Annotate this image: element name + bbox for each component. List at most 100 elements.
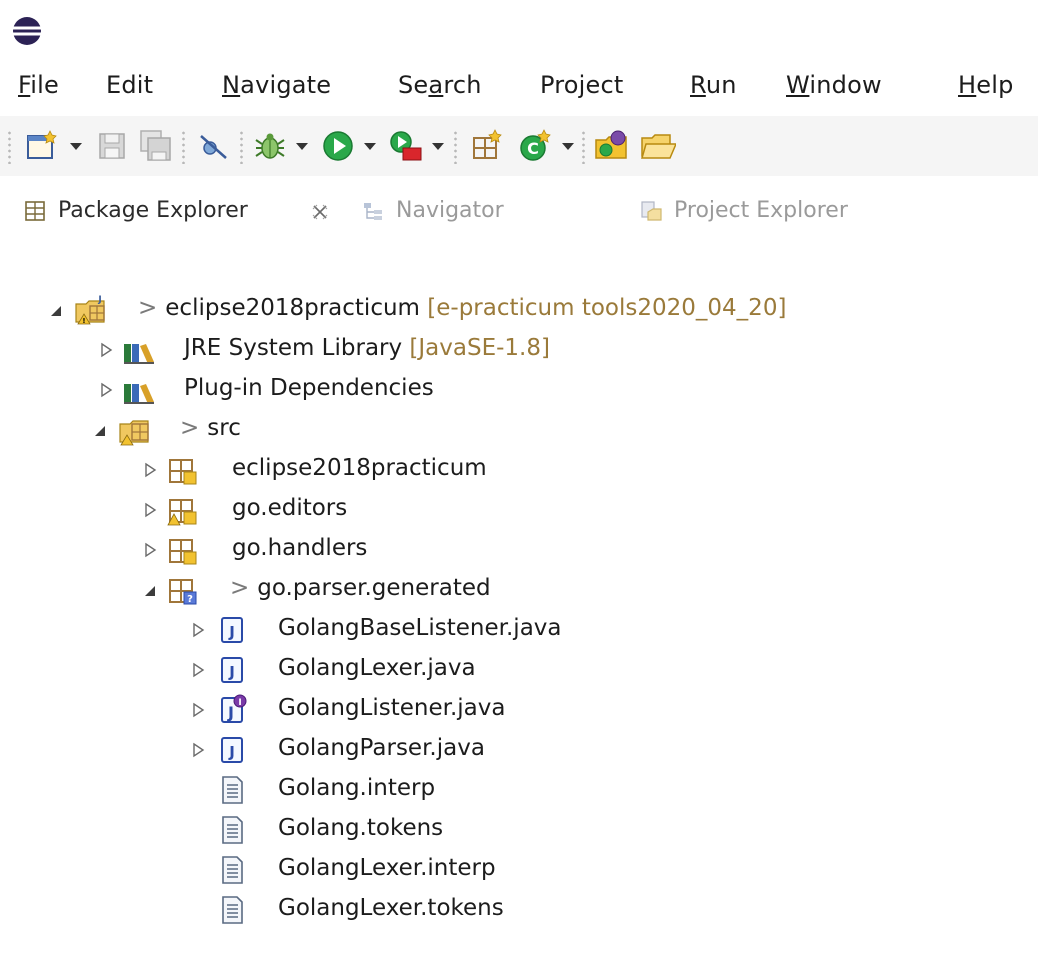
expanded-twisty-icon[interactable] [90,420,110,440]
save-icon [99,133,125,159]
collapsed-twisty-icon[interactable] [140,500,160,520]
toolbar-separator [454,130,457,164]
tree-item-java-file[interactable]: J I GolangListener.java [0,690,1038,730]
project-decoration: [e-practicum tools2020_04_20] [427,295,787,321]
dirty-marker: > [138,295,158,321]
menu-run[interactable]: Run [690,71,737,99]
new-java-package-icon[interactable] [468,128,504,164]
text-file-icon [222,816,243,844]
tree-item-text-file[interactable]: GolangLexer.interp [0,850,1038,890]
tree-item-plugin-dependencies[interactable]: Plug-in Dependencies [0,370,1038,410]
menu-run-post: un [705,71,737,99]
external-tools-icon[interactable] [388,128,424,164]
collapsed-twisty-icon[interactable] [96,380,116,400]
file-label: GolangLexer.tokens [278,895,504,921]
collapsed-twisty-icon[interactable] [140,460,160,480]
new-wizard-icon[interactable] [24,128,60,164]
source-folder-icon [119,420,149,446]
menu-project[interactable]: Project [540,71,624,99]
svg-text:I: I [238,698,241,708]
menu-search-mnemonic: a [428,71,444,99]
java-project-icon: ! J [75,295,105,325]
expanded-twisty-icon[interactable] [140,580,160,600]
tree-item-project[interactable]: ! J > eclipse2018practicum [e-practicum t… [0,290,1038,330]
run-dropdown-icon[interactable] [362,138,378,154]
debug-icon[interactable] [252,128,288,164]
package-warning-icon [167,499,197,526]
collapsed-twisty-icon[interactable] [188,660,208,680]
menu-navigate[interactable]: Navigate [222,71,331,99]
skip-breakpoints-icon[interactable] [196,128,232,164]
menu-edit[interactable]: Edit [106,71,153,99]
package-label: go.editors [232,495,348,521]
toolbar-separator [182,130,185,164]
tree-item-package[interactable]: go.handlers [0,530,1038,570]
tab-navigator[interactable]: Navigator [362,196,622,230]
tab-project-explorer[interactable]: Project Explorer [640,196,970,230]
menu-file-mnemonic: F [18,71,31,99]
open-type-icon[interactable] [594,128,630,164]
open-folder-icon[interactable] [640,128,676,164]
collapsed-twisty-icon[interactable] [96,340,116,360]
new-wizard-dropdown-icon[interactable] [68,138,84,154]
svg-text:?: ? [187,594,193,605]
tree-item-text-file[interactable]: Golang.interp [0,770,1038,810]
svg-text:J: J [227,703,234,722]
tree-item-java-file[interactable]: J GolangBaseListener.java [0,610,1038,650]
collapsed-twisty-icon[interactable] [188,620,208,640]
tree-item-text-file[interactable]: GolangLexer.tokens [0,890,1038,930]
package-label: eclipse2018practicum [232,455,487,481]
menu-help[interactable]: Help [958,71,1014,99]
java-file-icon: J [221,657,243,683]
menu-window-post: indow [809,71,882,99]
tree-item-jre-library[interactable]: JRE System Library [JavaSE-1.8] [0,330,1038,370]
menu-bar: File Edit Navigate Search Project Run Wi… [0,58,1038,116]
project-explorer-icon [641,201,662,221]
navigator-icon [364,203,382,220]
run-icon[interactable] [320,128,356,164]
java-file-icon: J [221,617,243,643]
collapsed-twisty-icon[interactable] [188,700,208,720]
tree-item-package[interactable]: ? > go.parser.generated [0,570,1038,610]
tab-project-explorer-label: Project Explorer [674,198,848,223]
menu-window[interactable]: Window [786,71,882,99]
package-name: go.parser.generated [257,575,491,601]
collapsed-twisty-icon[interactable] [188,740,208,760]
menu-search[interactable]: Search [398,71,482,99]
tree-item-java-file[interactable]: J GolangParser.java [0,730,1038,770]
jre-decoration: [JavaSE-1.8] [409,335,550,361]
new-java-class-dropdown-icon[interactable] [560,138,576,154]
svg-text:C: C [527,139,539,158]
text-file-icon [222,776,243,804]
package-explorer-icon [25,201,45,221]
toolbar-separator [8,130,11,164]
menu-search-post: rch [443,71,482,99]
svg-text:J: J [228,743,235,761]
tree-item-src[interactable]: > src [0,410,1038,450]
expanded-twisty-icon[interactable] [46,300,66,320]
package-label: go.handlers [232,535,368,561]
main-toolbar: C [0,116,1038,177]
external-tools-dropdown-icon[interactable] [430,138,446,154]
file-label: GolangLexer.interp [278,855,496,881]
svg-text:J: J [228,623,235,641]
close-icon[interactable] [310,202,330,222]
tree-item-package[interactable]: go.editors [0,490,1038,530]
src-name: src [207,415,241,441]
menu-run-mnemonic: R [690,71,706,99]
save-all-icon [140,130,171,161]
tree-item-text-file[interactable]: Golang.tokens [0,810,1038,850]
library-icon [124,344,154,364]
tree-item-java-file[interactable]: J GolangLexer.java [0,650,1038,690]
collapsed-twisty-icon[interactable] [140,540,160,560]
eclipse-logo-icon [13,17,41,45]
src-label: > src [180,415,241,441]
new-java-class-icon[interactable]: C [516,128,552,164]
tab-package-explorer[interactable]: Package Explorer [24,196,354,230]
plugin-deps-label: Plug-in Dependencies [184,375,434,401]
menu-file[interactable]: File [18,71,59,99]
file-label: GolangLexer.java [278,655,476,681]
tree-item-package[interactable]: eclipse2018practicum [0,450,1038,490]
menu-navigate-post: avigate [240,71,332,99]
debug-dropdown-icon[interactable] [294,138,310,154]
